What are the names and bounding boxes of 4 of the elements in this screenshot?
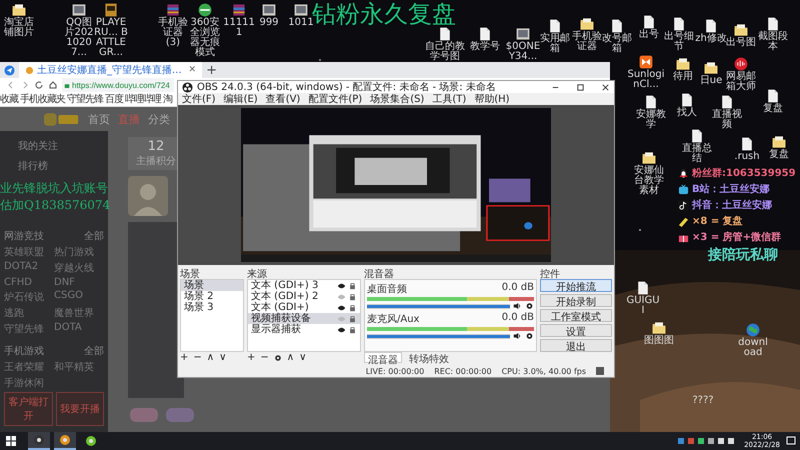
windows-start-icon[interactable]: [6, 436, 16, 446]
game-app-icon[interactable]: [54, 432, 76, 450]
obs-app-icon[interactable]: [28, 432, 50, 450]
notification-icon[interactable]: [786, 436, 796, 446]
